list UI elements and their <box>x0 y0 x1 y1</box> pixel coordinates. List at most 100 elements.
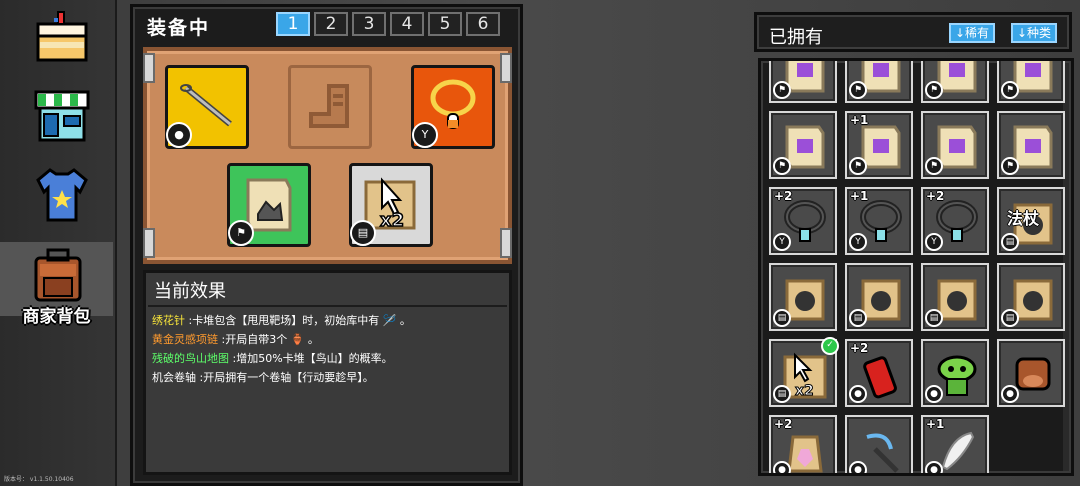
necklace-badge-icon: Y <box>773 233 791 251</box>
item-level: +1 <box>850 189 869 203</box>
owned-item-bun-scroll[interactable]: ▤ <box>921 263 989 331</box>
equipped-title: 装备中 <box>147 17 211 39</box>
owned-item-heart-necklace[interactable]: +2 Y <box>769 187 837 255</box>
owned-item-bomb-scroll[interactable]: ▤ <box>769 263 837 331</box>
version-text: 版本号： v1.1.50.10406 <box>4 476 74 483</box>
effect-list: 绣花针 :卡堆包含【甩甩靶场】时，初始库中有 🪡 。 黄金灵感项链 :开局自带3… <box>152 311 411 387</box>
owned-item-staff-scroll[interactable]: 法杖 ▤ <box>997 187 1065 255</box>
page-tab-5[interactable]: 5 <box>428 12 462 36</box>
owned-item-moon-wand[interactable]: ● <box>845 415 913 473</box>
board-clip <box>500 53 512 83</box>
item-text-label: 法杖 <box>1007 209 1040 228</box>
needle-badge-icon: ● <box>925 461 943 473</box>
sidebar-item-cake[interactable] <box>8 2 106 76</box>
book-badge-icon: ▤ <box>1001 233 1019 251</box>
book-badge-icon: ▤ <box>350 220 376 246</box>
equip-slot-chance-scroll[interactable]: x2 ▤ <box>349 163 433 247</box>
owned-item-chance-scroll-owned[interactable]: x2 ▤ ✓ <box>769 337 839 407</box>
tshirt-icon <box>36 168 88 222</box>
sidebar-item-shop[interactable] <box>8 80 106 154</box>
owned-item-firecracker[interactable]: +2 ● <box>845 339 913 407</box>
needle-badge-icon: ● <box>773 461 791 473</box>
effect-name: 黄金灵感项链 <box>152 333 218 346</box>
item-level: +2 <box>774 417 793 431</box>
owned-item-goblin-doll[interactable]: ● <box>921 339 989 407</box>
owned-item-feather-scroll[interactable]: ▤ <box>845 263 913 331</box>
needle-badge-icon: ● <box>849 461 867 473</box>
page-tab-3[interactable]: 3 <box>352 12 386 36</box>
flag-badge-icon: ⚑ <box>1001 81 1019 99</box>
flag-badge-icon: ⚑ <box>228 220 254 246</box>
owned-item-map-teal[interactable]: ⚑ <box>997 111 1065 179</box>
book-badge-icon: ▤ <box>773 309 791 327</box>
effect-text: :卡堆包含【甩甩靶场】时，初始库中有 🪡 。 <box>185 314 411 327</box>
owned-header: 已拥有 ↓稀有 ↓种类 <box>754 12 1072 52</box>
equip-slot-golden-necklace[interactable]: Y <box>411 65 495 149</box>
owned-item-map-purple[interactable]: +1 ⚑ <box>845 111 913 179</box>
page-tab-6[interactable]: 6 <box>466 12 500 36</box>
book-badge-icon: ▤ <box>1001 309 1019 327</box>
equip-slot-empty[interactable] <box>288 65 372 149</box>
sidebar-item-clothing[interactable] <box>8 160 106 234</box>
owned-item-map-top-1[interactable]: ⚑ <box>769 61 837 103</box>
check-icon: ✓ <box>821 337 839 355</box>
page-tabs: 1 2 3 4 5 6 <box>276 12 500 36</box>
flag-badge-icon: ⚑ <box>1001 157 1019 175</box>
equipped-header: 装备中 1 2 3 4 5 6 <box>133 7 520 41</box>
necklace-badge-icon: Y <box>412 122 438 148</box>
sort-rarity-button[interactable]: ↓稀有 <box>949 23 996 43</box>
page-tab-1[interactable]: 1 <box>276 12 310 36</box>
effect-text: :开局拥有一个卷轴【行动要趁早】。 <box>196 371 374 384</box>
effect-name: 残破的鸟山地图 <box>152 352 229 365</box>
needle-badge-icon: ● <box>849 385 867 403</box>
sidebar-item-backpack[interactable]: 商家背包 <box>0 242 113 327</box>
necklace-badge-icon: Y <box>849 233 867 251</box>
needle-badge-icon: ● <box>1001 385 1019 403</box>
owned-item-map-top-4[interactable]: ⚑ <box>997 61 1065 103</box>
owned-item-map-blue[interactable]: ⚑ <box>921 111 989 179</box>
book-badge-icon: ▤ <box>849 309 867 327</box>
effect-line: 黄金灵感项链 :开局自带3个 🏺 。 <box>152 330 411 349</box>
owned-title: 已拥有 <box>769 27 823 48</box>
owned-item-x2-necklace[interactable]: +1 Y <box>845 187 913 255</box>
owned-item-boar-doll[interactable]: ● <box>997 339 1065 407</box>
current-effects: 当前效果 绣花针 :卡堆包含【甩甩靶场】时，初始库中有 🪡 。 黄金灵感项链 :… <box>143 270 512 475</box>
owned-item-chick-scroll[interactable]: ▤ <box>997 263 1065 331</box>
flag-badge-icon: ⚑ <box>925 157 943 175</box>
item-level: +2 <box>850 341 869 355</box>
owned-item-map-top-2[interactable]: ⚑ <box>845 61 913 103</box>
shop-icon <box>34 90 90 142</box>
owned-item-crystal-necklace[interactable]: +2 Y <box>921 187 989 255</box>
page-tab-4[interactable]: 4 <box>390 12 424 36</box>
owned-item-map-top-3[interactable]: ⚑ <box>921 61 989 103</box>
necklace-badge-icon: Y <box>925 233 943 251</box>
owned-item-crystal-bag[interactable]: +2 ● <box>769 415 837 473</box>
equip-slot-broken-map[interactable]: ⚑ <box>227 163 311 247</box>
equipped-panel: 装备中 1 2 3 4 5 6 ● Y ⚑ x2 ▤ 当前效果 绣花针:卡堆包… <box>130 4 523 486</box>
page-tab-2[interactable]: 2 <box>314 12 348 36</box>
book-badge-icon: ▤ <box>773 385 791 403</box>
equip-slot-embroidery-needle[interactable]: ● <box>165 65 249 149</box>
boot-icon <box>309 84 349 128</box>
flag-badge-icon: ⚑ <box>773 157 791 175</box>
flag-badge-icon: ⚑ <box>773 81 791 99</box>
item-level: +2 <box>926 189 945 203</box>
owned-item-white-feather[interactable]: +1 ● <box>921 415 989 473</box>
effects-title: 当前效果 <box>154 281 226 302</box>
board-clip <box>143 53 155 83</box>
needle-badge-icon: ● <box>166 122 192 148</box>
flag-badge-icon: ⚑ <box>849 157 867 175</box>
board-clip <box>143 228 155 258</box>
item-level: +2 <box>774 189 793 203</box>
sidebar-item-label: 商家背包 <box>22 307 91 327</box>
needle-badge-icon: ● <box>925 385 943 403</box>
item-level: +1 <box>850 113 869 127</box>
effect-line: 残破的鸟山地图 :增加50%卡堆【鸟山】的概率。 <box>152 349 411 368</box>
backpack-icon <box>34 248 82 302</box>
owned-item-grid[interactable]: ⚑ ⚑ ⚑ ⚑ ⚑ +1 ⚑ ⚑ ⚑ +2 Y +1 Y +2 Y 法杖 ▤ ▤ ▤ ▤ ▤ x2 ▤ ✓ +2 ● ● ● +2 ● ● +… <box>758 58 1074 476</box>
svg-text:x2: x2 <box>380 210 404 231</box>
owned-item-map-red[interactable]: ⚑ <box>769 111 837 179</box>
effect-line: 机会卷轴 :开局拥有一个卷轴【行动要趁早】。 <box>152 368 411 387</box>
sort-type-button[interactable]: ↓种类 <box>1011 23 1058 43</box>
effect-text: :开局自带3个 🏺 。 <box>218 333 319 346</box>
